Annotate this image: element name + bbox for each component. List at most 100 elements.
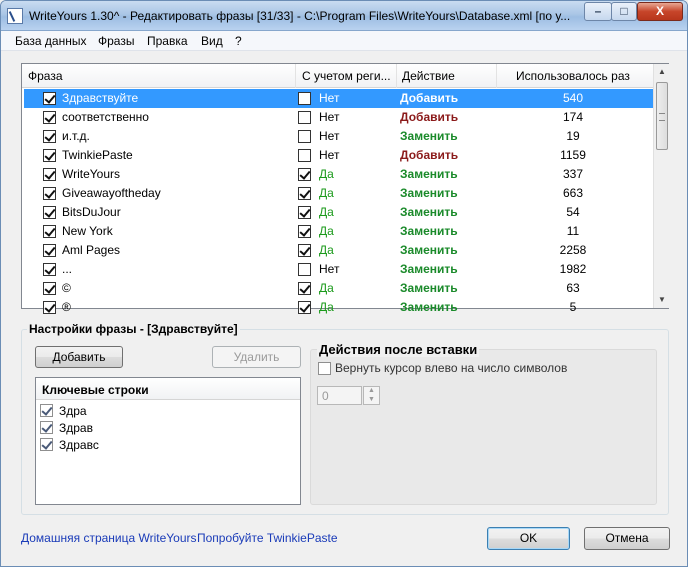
menu-phrases[interactable]: Фразы [98,34,134,48]
case-sensitive-checkbox[interactable] [298,92,311,105]
case-sensitive-checkbox[interactable] [298,206,311,219]
usage-count: 63 [566,281,580,295]
minimize-button[interactable]: – [584,2,612,21]
table-row[interactable]: TwinkiePaste Нет Добавить 1159 [24,146,653,165]
phrases-table[interactable]: Фраза С учетом реги... Действие Использо… [21,63,669,314]
table-row[interactable]: соответственно Нет Добавить 174 [24,108,653,127]
cursor-count-spinner[interactable]: ▲ ▼ [363,386,380,405]
phrase-text: ... [62,262,73,276]
menu-edit[interactable]: Правка [147,34,188,48]
case-sensitive-checkbox[interactable] [298,244,311,257]
phrase-text: и.т.д. [62,129,90,143]
case-sensitive-checkbox[interactable] [298,130,311,143]
action-text: Заменить [400,300,458,314]
phrase-text: New York [62,224,113,238]
case-sensitive-checkbox[interactable] [298,225,311,238]
table-scrollbar[interactable]: ▲ ▼ [653,64,669,308]
maximize-button[interactable]: □ [611,2,637,21]
case-sensitive-checkbox[interactable] [298,168,311,181]
after-insert-title: Действия после вставки [317,342,480,357]
scroll-thumb[interactable] [656,82,668,150]
enabled-checkbox[interactable] [43,92,56,105]
table-row[interactable]: BitsDuJour Да Заменить 54 [24,203,653,222]
cursor-count-input[interactable]: 0 [317,386,362,405]
case-sensitive-text: Да [319,205,334,219]
case-sensitive-text: Да [319,186,334,200]
case-sensitive-text: Нет [319,129,340,143]
scroll-up-icon[interactable]: ▲ [654,64,670,80]
column-phrase[interactable]: Фраза [28,69,288,83]
table-header: Фраза С учетом реги... Действие Использо… [22,64,653,88]
table-row[interactable]: ® Да Заменить 5 [24,298,653,317]
case-sensitive-checkbox[interactable] [298,282,311,295]
spin-up-icon[interactable]: ▲ [368,387,375,394]
key-string-checkbox[interactable] [40,421,53,434]
enabled-checkbox[interactable] [43,225,56,238]
enabled-checkbox[interactable] [43,282,56,295]
key-string-text: Здрав [59,421,93,435]
delete-key-button[interactable]: Удалить [212,346,301,368]
enabled-checkbox[interactable] [43,244,56,257]
enabled-checkbox[interactable] [43,263,56,276]
menu-help[interactable]: ? [235,34,242,48]
phrase-text: WriteYours [62,167,121,181]
phrase-text: TwinkiePaste [62,148,133,162]
enabled-checkbox[interactable] [43,301,56,314]
key-string-checkbox[interactable] [40,438,53,451]
table-row[interactable]: ... Нет Заменить 1982 [24,260,653,279]
return-cursor-checkbox[interactable] [318,362,331,375]
usage-count: 1159 [560,148,586,162]
menu-view[interactable]: Вид [201,34,223,48]
column-divider[interactable] [396,64,397,88]
add-key-button[interactable]: Добавить [35,346,123,368]
enabled-checkbox[interactable] [43,130,56,143]
case-sensitive-text: Да [319,224,334,238]
try-twinkiepaste-link[interactable]: Попробуйте TwinkiePaste [197,531,338,545]
case-sensitive-text: Да [319,167,334,181]
key-string-checkbox[interactable] [40,404,53,417]
phrase-settings-title: Настройки фразы - [Здравствуйте] [27,322,240,336]
enabled-checkbox[interactable] [43,168,56,181]
enabled-checkbox[interactable] [43,111,56,124]
column-case-sensitive[interactable]: С учетом реги... [302,69,394,83]
column-action[interactable]: Действие [402,69,492,83]
ok-button[interactable]: OK [487,527,570,550]
case-sensitive-checkbox[interactable] [298,111,311,124]
column-divider[interactable] [496,64,497,88]
action-text: Заменить [400,205,458,219]
enabled-checkbox[interactable] [43,149,56,162]
column-divider[interactable] [295,64,296,88]
cancel-button[interactable]: Отмена [584,527,670,550]
title-bar[interactable]: WriteYours 1.30^ - Редактировать фразы [… [1,1,687,31]
case-sensitive-text: Да [319,243,334,257]
table-row[interactable]: Aml Pages Да Заменить 2258 [24,241,653,260]
case-sensitive-text: Нет [319,148,340,162]
case-sensitive-checkbox[interactable] [298,187,311,200]
enabled-checkbox[interactable] [43,187,56,200]
action-text: Заменить [400,129,458,143]
spin-down-icon[interactable]: ▼ [368,396,375,403]
case-sensitive-text: Нет [319,110,340,124]
table-row[interactable]: Giveawayoftheday Да Заменить 663 [24,184,653,203]
table-row[interactable]: и.т.д. Нет Заменить 19 [24,127,653,146]
menu-database[interactable]: База данных [15,34,86,48]
close-button[interactable]: X [637,2,683,21]
action-text: Добавить [400,110,459,124]
table-row[interactable]: Здравствуйте Нет Добавить 540 [24,89,653,108]
home-page-link[interactable]: Домашняя страница WriteYours [21,531,197,545]
key-strings-header: Ключевые строки [36,378,300,400]
usage-count: 540 [562,91,584,105]
scroll-down-icon[interactable]: ▼ [654,292,670,308]
case-sensitive-checkbox[interactable] [298,149,311,162]
phrase-text: BitsDuJour [62,205,121,219]
action-text: Заменить [400,167,458,181]
return-cursor-label: Вернуть курсор влево на число символов [335,361,568,375]
enabled-checkbox[interactable] [43,206,56,219]
table-row[interactable]: New York Да Заменить 11 [24,222,653,241]
table-row[interactable]: © Да Заменить 63 [24,279,653,298]
table-row[interactable]: WriteYours Да Заменить 337 [24,165,653,184]
column-usage-count[interactable]: Использовалось раз [516,69,646,83]
key-strings-list[interactable]: Ключевые строки Здра Здрав Здравс [35,377,301,505]
case-sensitive-checkbox[interactable] [298,263,311,276]
case-sensitive-checkbox[interactable] [298,301,311,314]
